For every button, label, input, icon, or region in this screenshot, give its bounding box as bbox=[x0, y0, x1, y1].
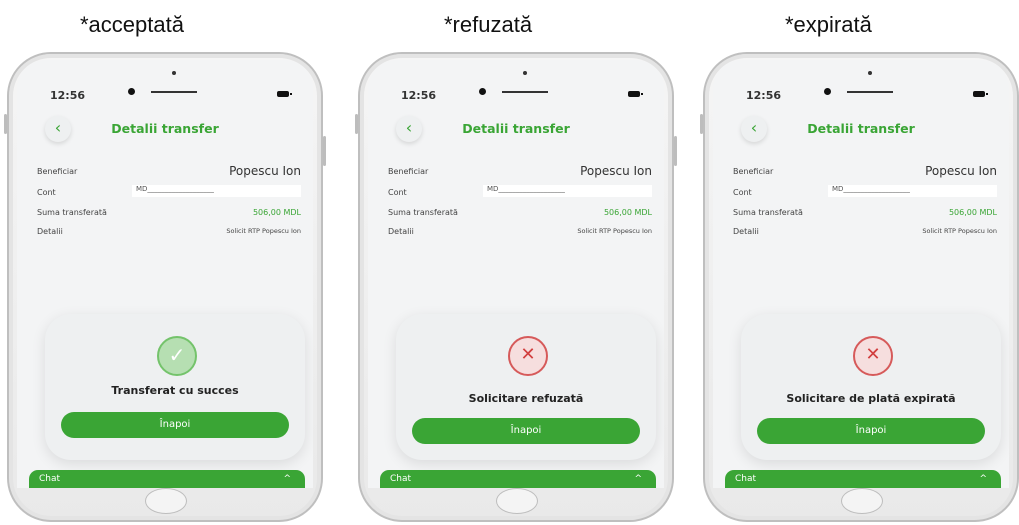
side-button bbox=[323, 136, 326, 166]
beneficiary-label: Beneficiar bbox=[733, 167, 774, 176]
chat-bar[interactable]: Chat ^ bbox=[725, 470, 1001, 488]
details-label: Detalii bbox=[388, 227, 414, 236]
chevron-up-icon[interactable]: ^ bbox=[979, 470, 987, 488]
page-title: Detalii transfer bbox=[111, 121, 219, 136]
account-row: Cont MD___________________ bbox=[388, 185, 652, 197]
page-title: Detalii transfer bbox=[807, 121, 915, 136]
clock: 12:56 bbox=[401, 89, 437, 102]
details-row: Detalii Solicit RTP Popescu Ion bbox=[388, 227, 652, 236]
beneficiary-value: Popescu Ion bbox=[229, 164, 301, 178]
x-icon bbox=[853, 336, 893, 376]
sensor-icon bbox=[868, 71, 872, 75]
status-message: Solicitare refuzată bbox=[468, 392, 584, 405]
details-label: Detalii bbox=[37, 227, 63, 236]
check-icon bbox=[157, 336, 197, 376]
camera-icon bbox=[824, 88, 831, 95]
x-icon bbox=[508, 336, 548, 376]
camera-icon bbox=[128, 88, 135, 95]
speaker-icon bbox=[502, 91, 548, 93]
chat-label: Chat bbox=[39, 474, 61, 484]
status-message: Solicitare de plată expirată bbox=[786, 392, 956, 405]
chat-bar[interactable]: Chat ^ bbox=[29, 470, 305, 488]
battery-icon bbox=[973, 91, 988, 97]
beneficiary-value: Popescu Ion bbox=[580, 164, 652, 178]
app-screen: 12:56 ‹ Detalii transfer Beneficiar Popes… bbox=[713, 60, 1009, 488]
chevron-up-icon[interactable]: ^ bbox=[283, 470, 291, 488]
caption-expired: *expirată bbox=[785, 12, 872, 37]
account-row: Cont MD___________________ bbox=[733, 185, 997, 197]
camera-icon bbox=[479, 88, 486, 95]
status-message: Transferat cu succes bbox=[111, 384, 239, 397]
app-screen: 12:56 ‹ Detalii transfer Beneficiar Popes… bbox=[17, 60, 313, 488]
back-action-button[interactable]: Înapoi bbox=[61, 412, 289, 438]
home-button[interactable] bbox=[841, 488, 883, 514]
amount-value: 506,00 MDL bbox=[948, 208, 997, 217]
sensor-icon bbox=[172, 71, 176, 75]
phone-expired: 12:56 ‹ Detalii transfer Beneficiar Popes… bbox=[700, 52, 1019, 522]
amount-value: 506,00 MDL bbox=[603, 208, 652, 217]
account-label: Cont bbox=[733, 188, 752, 197]
account-value: MD___________________ bbox=[828, 185, 997, 197]
details-row: Detalii Solicit RTP Popescu Ion bbox=[733, 227, 997, 236]
beneficiary-label: Beneficiar bbox=[388, 167, 429, 176]
battery-icon bbox=[628, 91, 643, 97]
account-label: Cont bbox=[37, 188, 56, 197]
speaker-icon bbox=[847, 91, 893, 93]
phone-accepted: 12:56 ‹ Detalii transfer Beneficiar Popes… bbox=[4, 52, 326, 522]
chat-bar[interactable]: Chat ^ bbox=[380, 470, 656, 488]
details-value: Solicit RTP Popescu Ion bbox=[226, 227, 301, 235]
sensor-icon bbox=[523, 71, 527, 75]
clock: 12:56 bbox=[50, 89, 86, 102]
clock: 12:56 bbox=[746, 89, 782, 102]
phone-refused: 12:56 ‹ Detalii transfer Beneficiar Popes… bbox=[355, 52, 677, 522]
amount-row: Suma transferată 506,00 MDL bbox=[37, 208, 301, 217]
speaker-icon bbox=[151, 91, 197, 93]
beneficiary-value: Popescu Ion bbox=[925, 164, 997, 178]
side-button bbox=[674, 136, 677, 166]
beneficiary-label: Beneficiar bbox=[37, 167, 78, 176]
amount-label: Suma transferată bbox=[388, 208, 458, 217]
account-value: MD___________________ bbox=[483, 185, 652, 197]
account-row: Cont MD___________________ bbox=[37, 185, 301, 197]
caption-refused: *refuzată bbox=[444, 12, 533, 37]
details-value: Solicit RTP Popescu Ion bbox=[577, 227, 652, 235]
details-row: Detalii Solicit RTP Popescu Ion bbox=[37, 227, 301, 236]
app-screen: 12:56 ‹ Detalii transfer Beneficiar Popes… bbox=[368, 60, 664, 488]
back-action-button[interactable]: Înapoi bbox=[412, 418, 640, 444]
account-value: MD___________________ bbox=[132, 185, 301, 197]
status-card: Solicitare de plată expirată Înapoi bbox=[741, 314, 1001, 460]
details-label: Detalii bbox=[733, 227, 759, 236]
chevron-up-icon[interactable]: ^ bbox=[634, 470, 642, 488]
battery-icon bbox=[277, 91, 292, 97]
amount-row: Suma transferată 506,00 MDL bbox=[733, 208, 997, 217]
beneficiary-row: Beneficiar Popescu Ion bbox=[388, 164, 652, 178]
amount-row: Suma transferată 506,00 MDL bbox=[388, 208, 652, 217]
side-button bbox=[4, 114, 7, 134]
back-action-button[interactable]: Înapoi bbox=[757, 418, 985, 444]
beneficiary-row: Beneficiar Popescu Ion bbox=[733, 164, 997, 178]
page-title: Detalii transfer bbox=[462, 121, 570, 136]
account-label: Cont bbox=[388, 188, 407, 197]
status-card: Transferat cu succes Înapoi bbox=[45, 314, 305, 460]
chat-label: Chat bbox=[390, 474, 412, 484]
beneficiary-row: Beneficiar Popescu Ion bbox=[37, 164, 301, 178]
amount-label: Suma transferată bbox=[733, 208, 803, 217]
status-card: Solicitare refuzată Înapoi bbox=[396, 314, 656, 460]
details-value: Solicit RTP Popescu Ion bbox=[922, 227, 997, 235]
side-button bbox=[700, 114, 703, 134]
home-button[interactable] bbox=[145, 488, 187, 514]
caption-accepted: *acceptată bbox=[80, 12, 184, 37]
amount-label: Suma transferată bbox=[37, 208, 107, 217]
chat-label: Chat bbox=[735, 474, 757, 484]
amount-value: 506,00 MDL bbox=[252, 208, 301, 217]
side-button bbox=[355, 114, 358, 134]
home-button[interactable] bbox=[496, 488, 538, 514]
